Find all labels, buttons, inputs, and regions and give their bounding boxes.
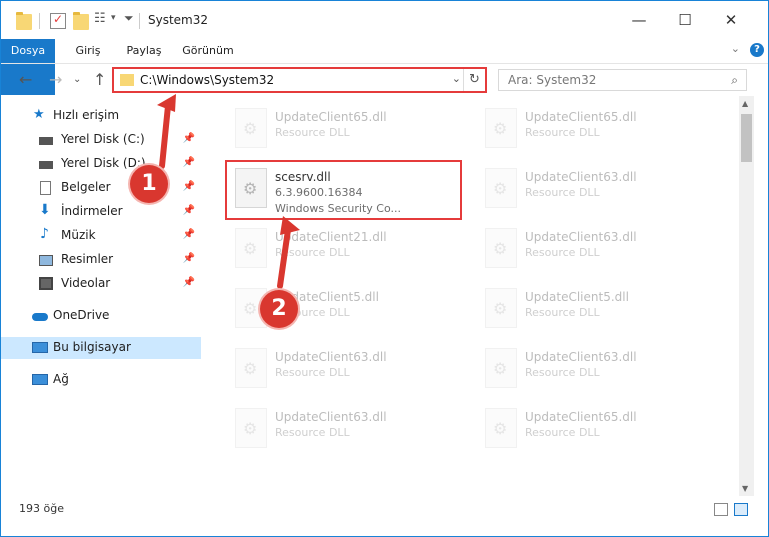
arrow-1-shaft — [159, 103, 171, 169]
annotation-arrows — [157, 94, 300, 289]
step-2-badge: 2 — [260, 290, 298, 328]
step-1-badge: 1 — [130, 165, 168, 203]
arrow-2-shaft — [277, 227, 291, 289]
